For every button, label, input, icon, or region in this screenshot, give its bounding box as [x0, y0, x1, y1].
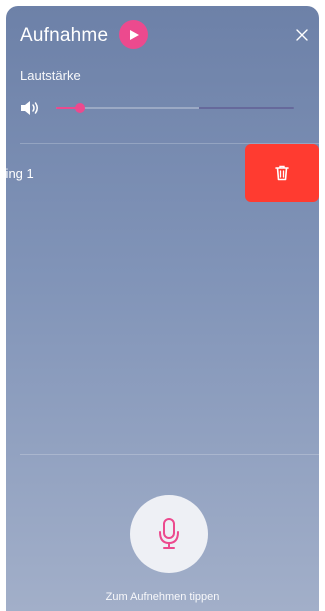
- trash-icon: [275, 165, 289, 181]
- recording-name: rding 1: [6, 166, 34, 181]
- delete-button[interactable]: [245, 144, 319, 202]
- microphone-icon: [159, 518, 179, 549]
- recording-list-item[interactable]: rding 1: [6, 144, 319, 204]
- record-button[interactable]: [130, 495, 208, 573]
- volume-label: Lautstärke: [20, 68, 81, 83]
- divider: [20, 454, 319, 455]
- record-hint: Zum Aufnehmen tippen: [105, 591, 220, 603]
- close-button[interactable]: [290, 23, 314, 47]
- play-icon: [129, 29, 139, 40]
- play-button[interactable]: [119, 20, 148, 49]
- panel-title: Aufnahme: [20, 25, 109, 46]
- volume-slider-track: [56, 107, 294, 109]
- volume-slider[interactable]: [56, 103, 294, 113]
- volume-slider-thumb[interactable]: [74, 103, 85, 113]
- recording-panel: Aufnahme Lautstärke rding 1: [6, 6, 319, 611]
- speaker-icon: [21, 101, 38, 115]
- close-icon: [296, 29, 308, 41]
